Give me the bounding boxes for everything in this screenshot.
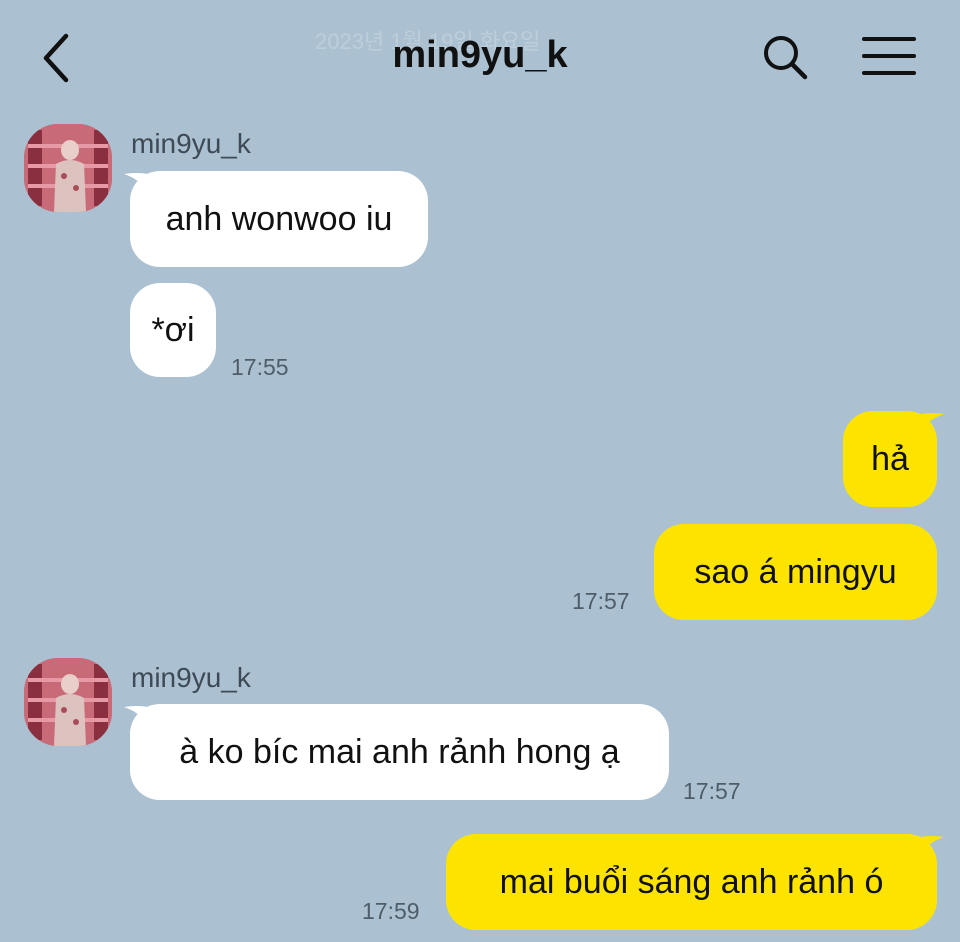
chat-header: 2023년 1월 19일 화요일 min9yu_k [0, 0, 960, 118]
sender-name: min9yu_k [131, 128, 251, 159]
message-time: 17:57 [572, 588, 630, 614]
hamburger-menu-icon [862, 37, 916, 75]
sender-name: min9yu_k [131, 662, 251, 693]
chat-title: min9yu_k [392, 34, 568, 76]
message-bubble[interactable]: mai buổi sáng anh rảnh ó [446, 834, 937, 930]
message-bubble[interactable]: sao á mingyu [654, 524, 937, 620]
search-icon [764, 36, 808, 80]
message-bubble[interactable]: hả [843, 411, 937, 507]
message-time: 17:57 [683, 778, 741, 804]
message-bubble[interactable]: à ko bíc mai anh rảnh hong ạ [130, 704, 669, 800]
message-time: 17:59 [362, 898, 420, 924]
message-time: 17:55 [231, 354, 289, 380]
message-bubble[interactable]: anh wonwoo iu [130, 171, 428, 267]
profile-photo-icon [24, 124, 112, 212]
search-button[interactable] [760, 32, 810, 82]
profile-photo-icon [24, 658, 112, 746]
menu-button[interactable] [860, 34, 918, 80]
avatar[interactable] [24, 658, 112, 746]
message-bubble[interactable]: *ơi [130, 283, 216, 377]
avatar[interactable] [24, 124, 112, 212]
